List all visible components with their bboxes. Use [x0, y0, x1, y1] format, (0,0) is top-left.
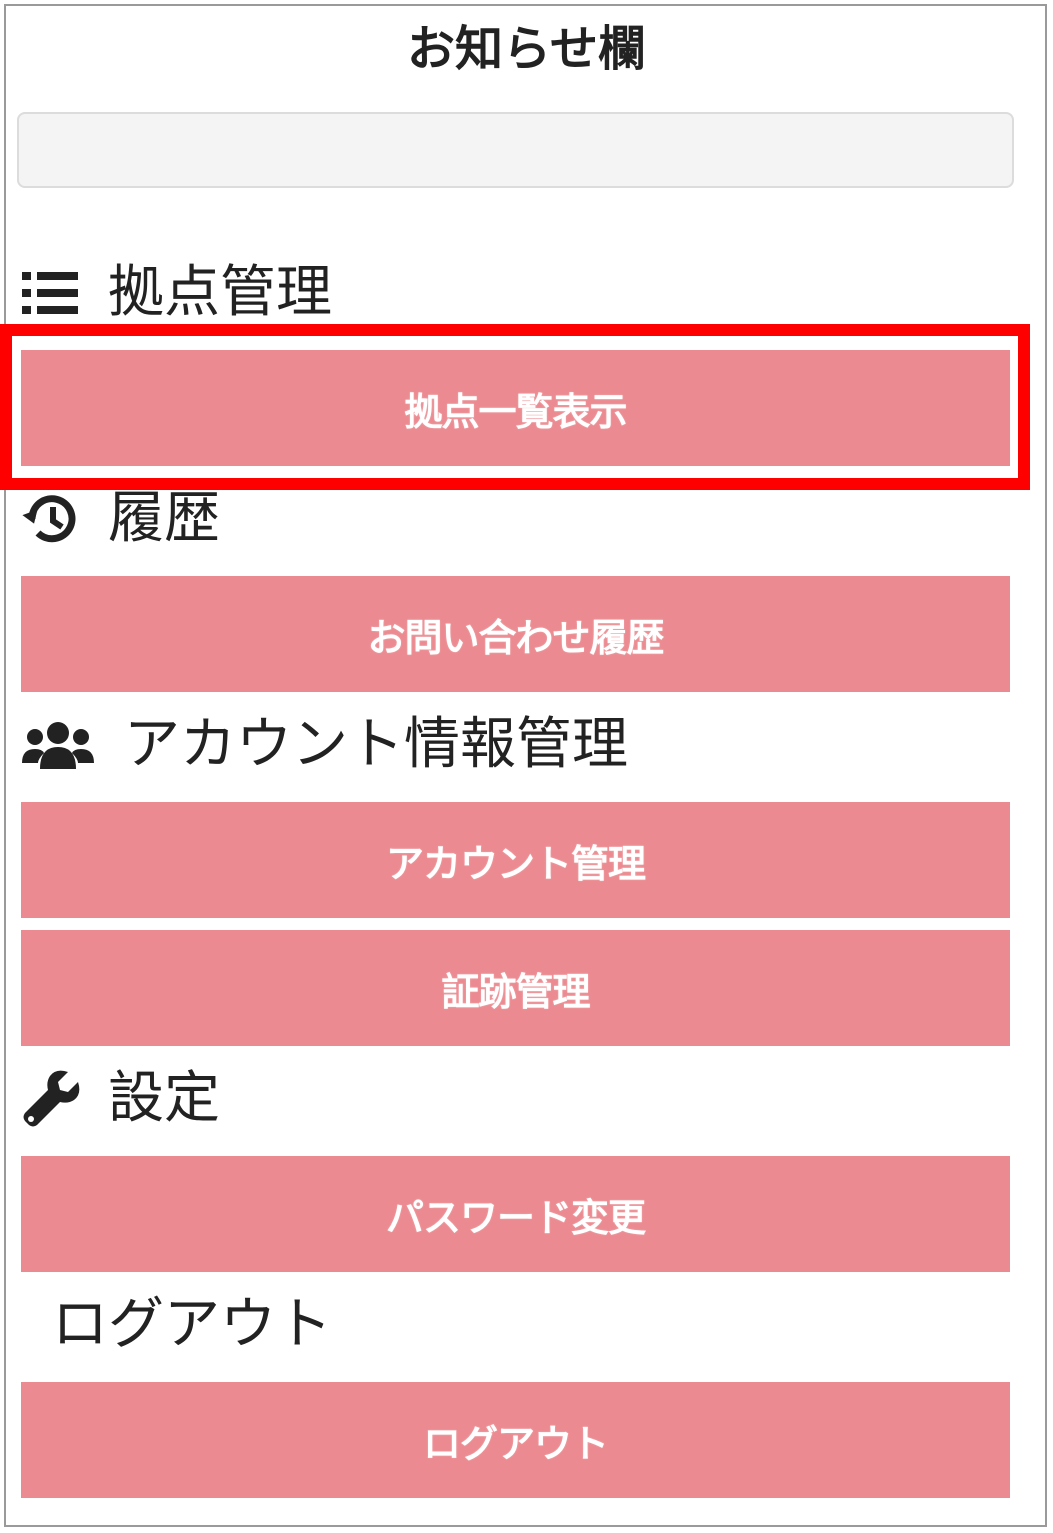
section-heading-label: ログアウト — [52, 1292, 332, 1357]
site-list-button[interactable]: 拠点一覧表示 — [21, 350, 1010, 466]
history-icon — [22, 489, 82, 549]
notice-box — [17, 112, 1014, 188]
logout-button[interactable]: ログアウト — [21, 1382, 1010, 1498]
audit-trail-button[interactable]: 証跡管理 — [21, 930, 1010, 1046]
change-password-button[interactable]: パスワード変更 — [21, 1156, 1010, 1272]
inquiry-history-button[interactable]: お問い合わせ履歴 — [21, 576, 1010, 692]
section-heading-settings: 設定 — [22, 1064, 220, 1134]
section-heading-label: 拠点管理 — [108, 260, 332, 325]
users-icon — [22, 715, 96, 775]
section-heading-history: 履歴 — [22, 484, 220, 554]
section-heading-logout: ログアウト — [52, 1290, 332, 1360]
account-management-button[interactable]: アカウント管理 — [21, 802, 1010, 918]
section-heading-label: 設定 — [108, 1066, 220, 1131]
section-heading-account-info: アカウント情報管理 — [22, 710, 628, 780]
notice-title: お知らせ欄 — [406, 21, 647, 77]
section-heading-label: 履歴 — [108, 486, 220, 551]
section-heading-site-management: 拠点管理 — [22, 258, 332, 328]
list-icon — [22, 263, 82, 323]
wrench-icon — [22, 1069, 82, 1129]
section-heading-label: アカウント情報管理 — [124, 712, 628, 777]
